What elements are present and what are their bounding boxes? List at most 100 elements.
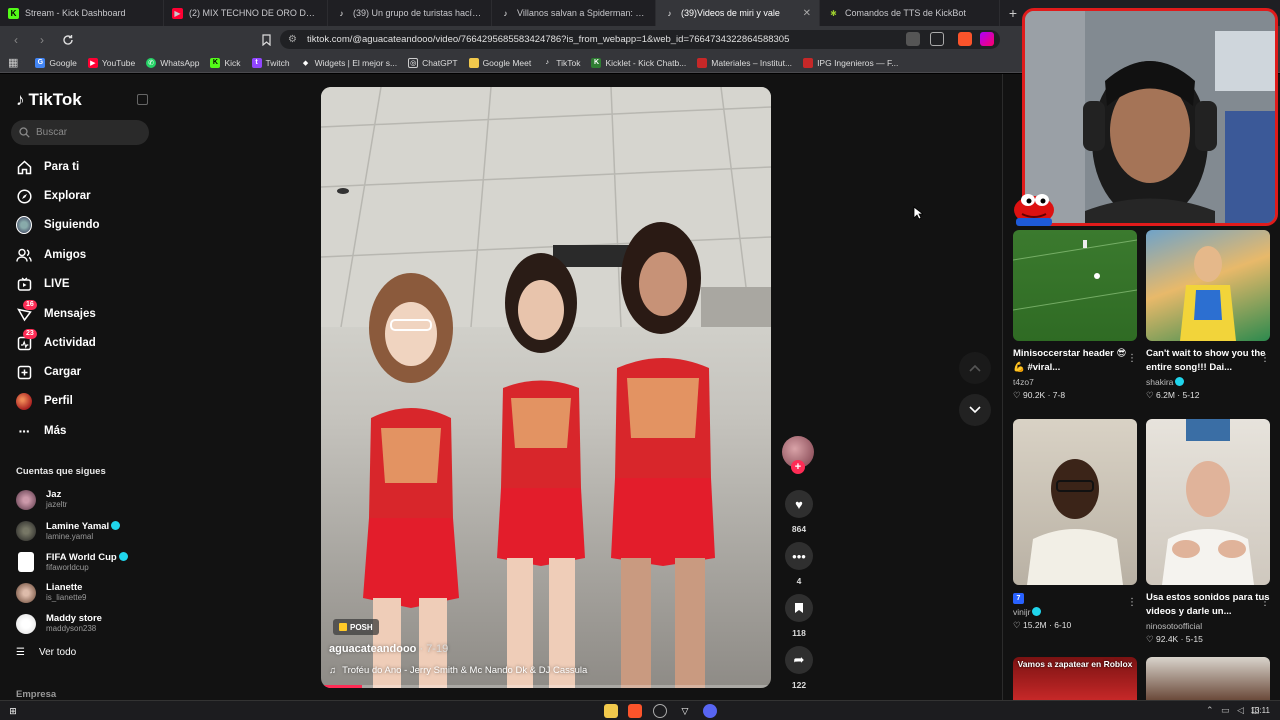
- bookmark-icon[interactable]: [785, 594, 813, 622]
- browser-tab[interactable]: ♪ Villanos salvan a Spiderman: Duende: [492, 0, 656, 26]
- creator-avatar[interactable]: +: [782, 436, 814, 474]
- brave-rewards-icon[interactable]: [980, 32, 994, 46]
- video-progress-bar[interactable]: [321, 685, 771, 688]
- more-options-icon[interactable]: ⋮: [1127, 597, 1137, 608]
- browser-tab-active[interactable]: ♪ (39)Videos de miri y vale ✕: [656, 0, 820, 26]
- video-thumbnail[interactable]: [1013, 230, 1137, 341]
- bookmark-ipg[interactable]: IPG Ingenieros — F...: [803, 57, 898, 68]
- bookmark-widgets[interactable]: ◆ Widgets | El mejor s...: [301, 58, 397, 68]
- feed-card[interactable]: [1146, 657, 1270, 700]
- collapse-sidebar-icon[interactable]: [137, 94, 148, 105]
- cast-icon[interactable]: [930, 32, 944, 46]
- file-explorer-icon[interactable]: [604, 704, 618, 718]
- tiktok-icon: ♪: [545, 59, 549, 66]
- video-music[interactable]: ♫ Troféu do Ano - Jerry Smith & Mc Nando…: [329, 665, 587, 676]
- save-action[interactable]: 118: [785, 594, 813, 638]
- reload-button[interactable]: [60, 32, 76, 48]
- video-author[interactable]: aguacateandooo · 7-19: [329, 643, 448, 655]
- nav-para-ti[interactable]: Para ti: [16, 156, 79, 178]
- network-icon[interactable]: ▭: [1221, 705, 1230, 716]
- tiktok-logo-icon: ♪: [16, 90, 25, 109]
- feed-card[interactable]: 7 ⋮ vinijr ♡ 15.2M · 6-10: [1013, 419, 1137, 631]
- browser-tab[interactable]: ✱ Comandos de TTS de KickBot: [820, 0, 1000, 26]
- address-bar[interactable]: ⚙ tiktok.com/@aguacateandooo/video/76642…: [280, 30, 1000, 49]
- more-options-icon[interactable]: ⋮: [1127, 353, 1137, 364]
- video-thumbnail[interactable]: [1146, 657, 1270, 700]
- video-player[interactable]: POSH aguacateandooo · 7-19 ♫ Troféu do A…: [321, 87, 771, 688]
- nav-siguiendo[interactable]: Siguiendo: [16, 214, 100, 236]
- like-action[interactable]: ♥ 864: [785, 490, 813, 534]
- follow-plus-icon[interactable]: +: [791, 460, 805, 474]
- more-options-icon[interactable]: ⋮: [1260, 353, 1270, 364]
- feed-card[interactable]: Minisoccerstar header 😎💪 #viral... ⋮ t4z…: [1013, 230, 1137, 401]
- comment-icon[interactable]: •••: [785, 542, 813, 570]
- obs-icon[interactable]: [653, 704, 667, 718]
- feed-card[interactable]: Usa estos sonidos para tus videos y darl…: [1146, 419, 1270, 645]
- nav-cargar[interactable]: Cargar: [16, 361, 81, 383]
- bookmark-twitch[interactable]: t Twitch: [251, 57, 290, 68]
- nav-explorar[interactable]: Explorar: [16, 185, 91, 207]
- author-name: aguacateandooo: [329, 643, 417, 655]
- video-thumbnail[interactable]: [1013, 419, 1137, 585]
- nav-actividad[interactable]: 23 Actividad: [16, 329, 96, 354]
- bookmark-kick[interactable]: K Kick: [210, 57, 241, 68]
- brave-browser-icon[interactable]: [628, 704, 642, 718]
- site-info-icon[interactable]: ⚙: [288, 34, 297, 45]
- nav-amigos[interactable]: Amigos: [16, 244, 86, 266]
- discord-icon[interactable]: [703, 704, 717, 718]
- following-account[interactable]: Lamine Yamal lamine.yamal: [16, 519, 121, 543]
- bookmark-kicklet[interactable]: K Kicklet - Kick Chatb...: [591, 57, 686, 68]
- following-account[interactable]: Lianette is_lianette9: [16, 581, 86, 605]
- forward-button[interactable]: ›: [34, 32, 50, 48]
- following-account[interactable]: Jaz jazeltr: [16, 488, 67, 512]
- nav-perfil[interactable]: Perfil: [16, 390, 73, 412]
- windows-start-icon[interactable]: ⊞: [6, 704, 20, 718]
- nav-mensajes[interactable]: 16 Mensajes: [16, 300, 96, 325]
- back-button[interactable]: ‹: [8, 32, 24, 48]
- comment-action[interactable]: ••• 4: [785, 542, 813, 586]
- browser-tab[interactable]: K Stream - Kick Dashboard: [0, 0, 164, 26]
- effect-tag[interactable]: POSH: [333, 619, 379, 635]
- heart-icon[interactable]: ♥: [785, 490, 813, 518]
- bookmark-chatgpt[interactable]: ◎ ChatGPT: [408, 57, 458, 68]
- video-thumbnail[interactable]: [1146, 230, 1270, 341]
- more-options-icon[interactable]: ⋮: [1260, 597, 1270, 608]
- feed-card[interactable]: Vamos a zapatear en Roblox: [1013, 657, 1137, 700]
- translate-icon[interactable]: [906, 32, 920, 46]
- kicklet-icon: K: [591, 57, 602, 68]
- search-box[interactable]: [11, 120, 149, 145]
- video-thumbnail[interactable]: [1146, 419, 1270, 585]
- browser-tab[interactable]: ♪ (39) Un grupo de turistas hacía fo: [328, 0, 492, 26]
- search-input[interactable]: [36, 127, 136, 138]
- tab-title: Villanos salvan a Spiderman: Duende: [517, 8, 647, 18]
- bookmark-materiales[interactable]: Materiales – Institut...: [697, 57, 792, 68]
- brave-shield-icon[interactable]: [958, 32, 972, 46]
- bookmark-tiktok[interactable]: ♪ TikTok: [542, 58, 580, 68]
- share-action[interactable]: ➦ 122: [785, 646, 813, 690]
- volume-icon[interactable]: ◁: [1237, 705, 1244, 716]
- app-icon[interactable]: ▽: [678, 704, 692, 718]
- tray-chevron-icon[interactable]: ⌃: [1206, 705, 1214, 716]
- previous-video-button[interactable]: [959, 352, 991, 384]
- following-account[interactable]: Maddy store maddyson238: [16, 612, 102, 636]
- bookmark-whatsapp[interactable]: ✆ WhatsApp: [146, 57, 199, 68]
- see-all-link[interactable]: ☰ Ver todo: [16, 647, 76, 658]
- share-icon[interactable]: ➦: [785, 646, 813, 674]
- next-video-button[interactable]: [959, 394, 991, 426]
- nav-live[interactable]: LIVE: [16, 273, 70, 295]
- browser-tab[interactable]: ▶ (2) MIX TECHNO DE ORO DE 80's &: [164, 0, 328, 26]
- apps-grid-icon[interactable]: ▦: [8, 56, 18, 69]
- bookmark-page-icon[interactable]: [258, 32, 274, 48]
- materiales-icon: [697, 57, 708, 68]
- close-tab-icon[interactable]: ✕: [803, 8, 811, 19]
- bookmark-youtube[interactable]: ▶ YouTube: [87, 57, 135, 68]
- bookmark-google[interactable]: G Google: [35, 57, 77, 68]
- avatar: [16, 614, 36, 634]
- feed-card[interactable]: Can't wait to show you the entire song!!…: [1146, 230, 1270, 401]
- video-thumbnail[interactable]: Vamos a zapatear en Roblox: [1013, 657, 1137, 700]
- tiktok-logo[interactable]: ♪ TikTok: [16, 90, 82, 110]
- bookmark-google-meet[interactable]: Google Meet: [468, 57, 531, 68]
- following-account[interactable]: FIFA World Cup fifaworldcup: [16, 550, 128, 574]
- nav-mas[interactable]: ··· Más: [16, 420, 67, 442]
- whatsapp-icon: ✆: [146, 57, 157, 68]
